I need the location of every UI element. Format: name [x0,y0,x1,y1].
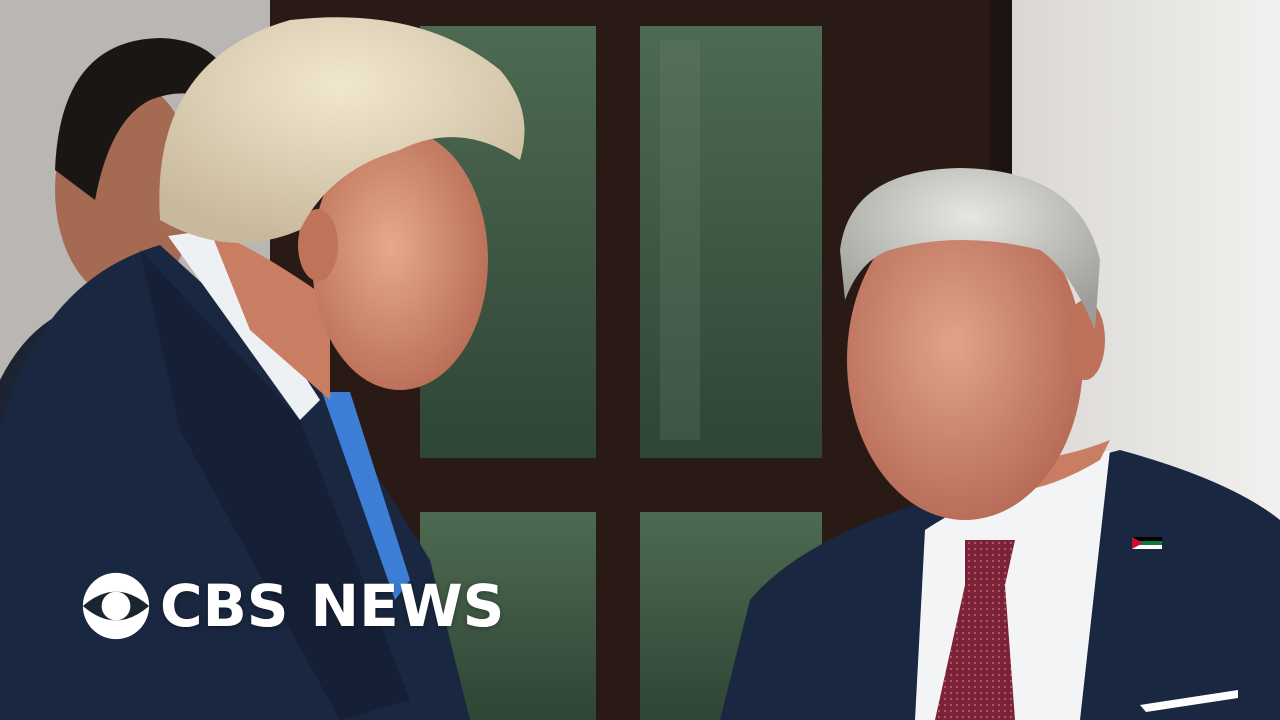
cbs-eye-icon [82,572,150,640]
cbs-news-logo: CBS NEWS [80,568,504,644]
door-reflection [660,40,700,440]
man-right-ear [1065,300,1105,380]
brand-division: NEWS [310,572,505,640]
brand-network: CBS [160,572,289,640]
